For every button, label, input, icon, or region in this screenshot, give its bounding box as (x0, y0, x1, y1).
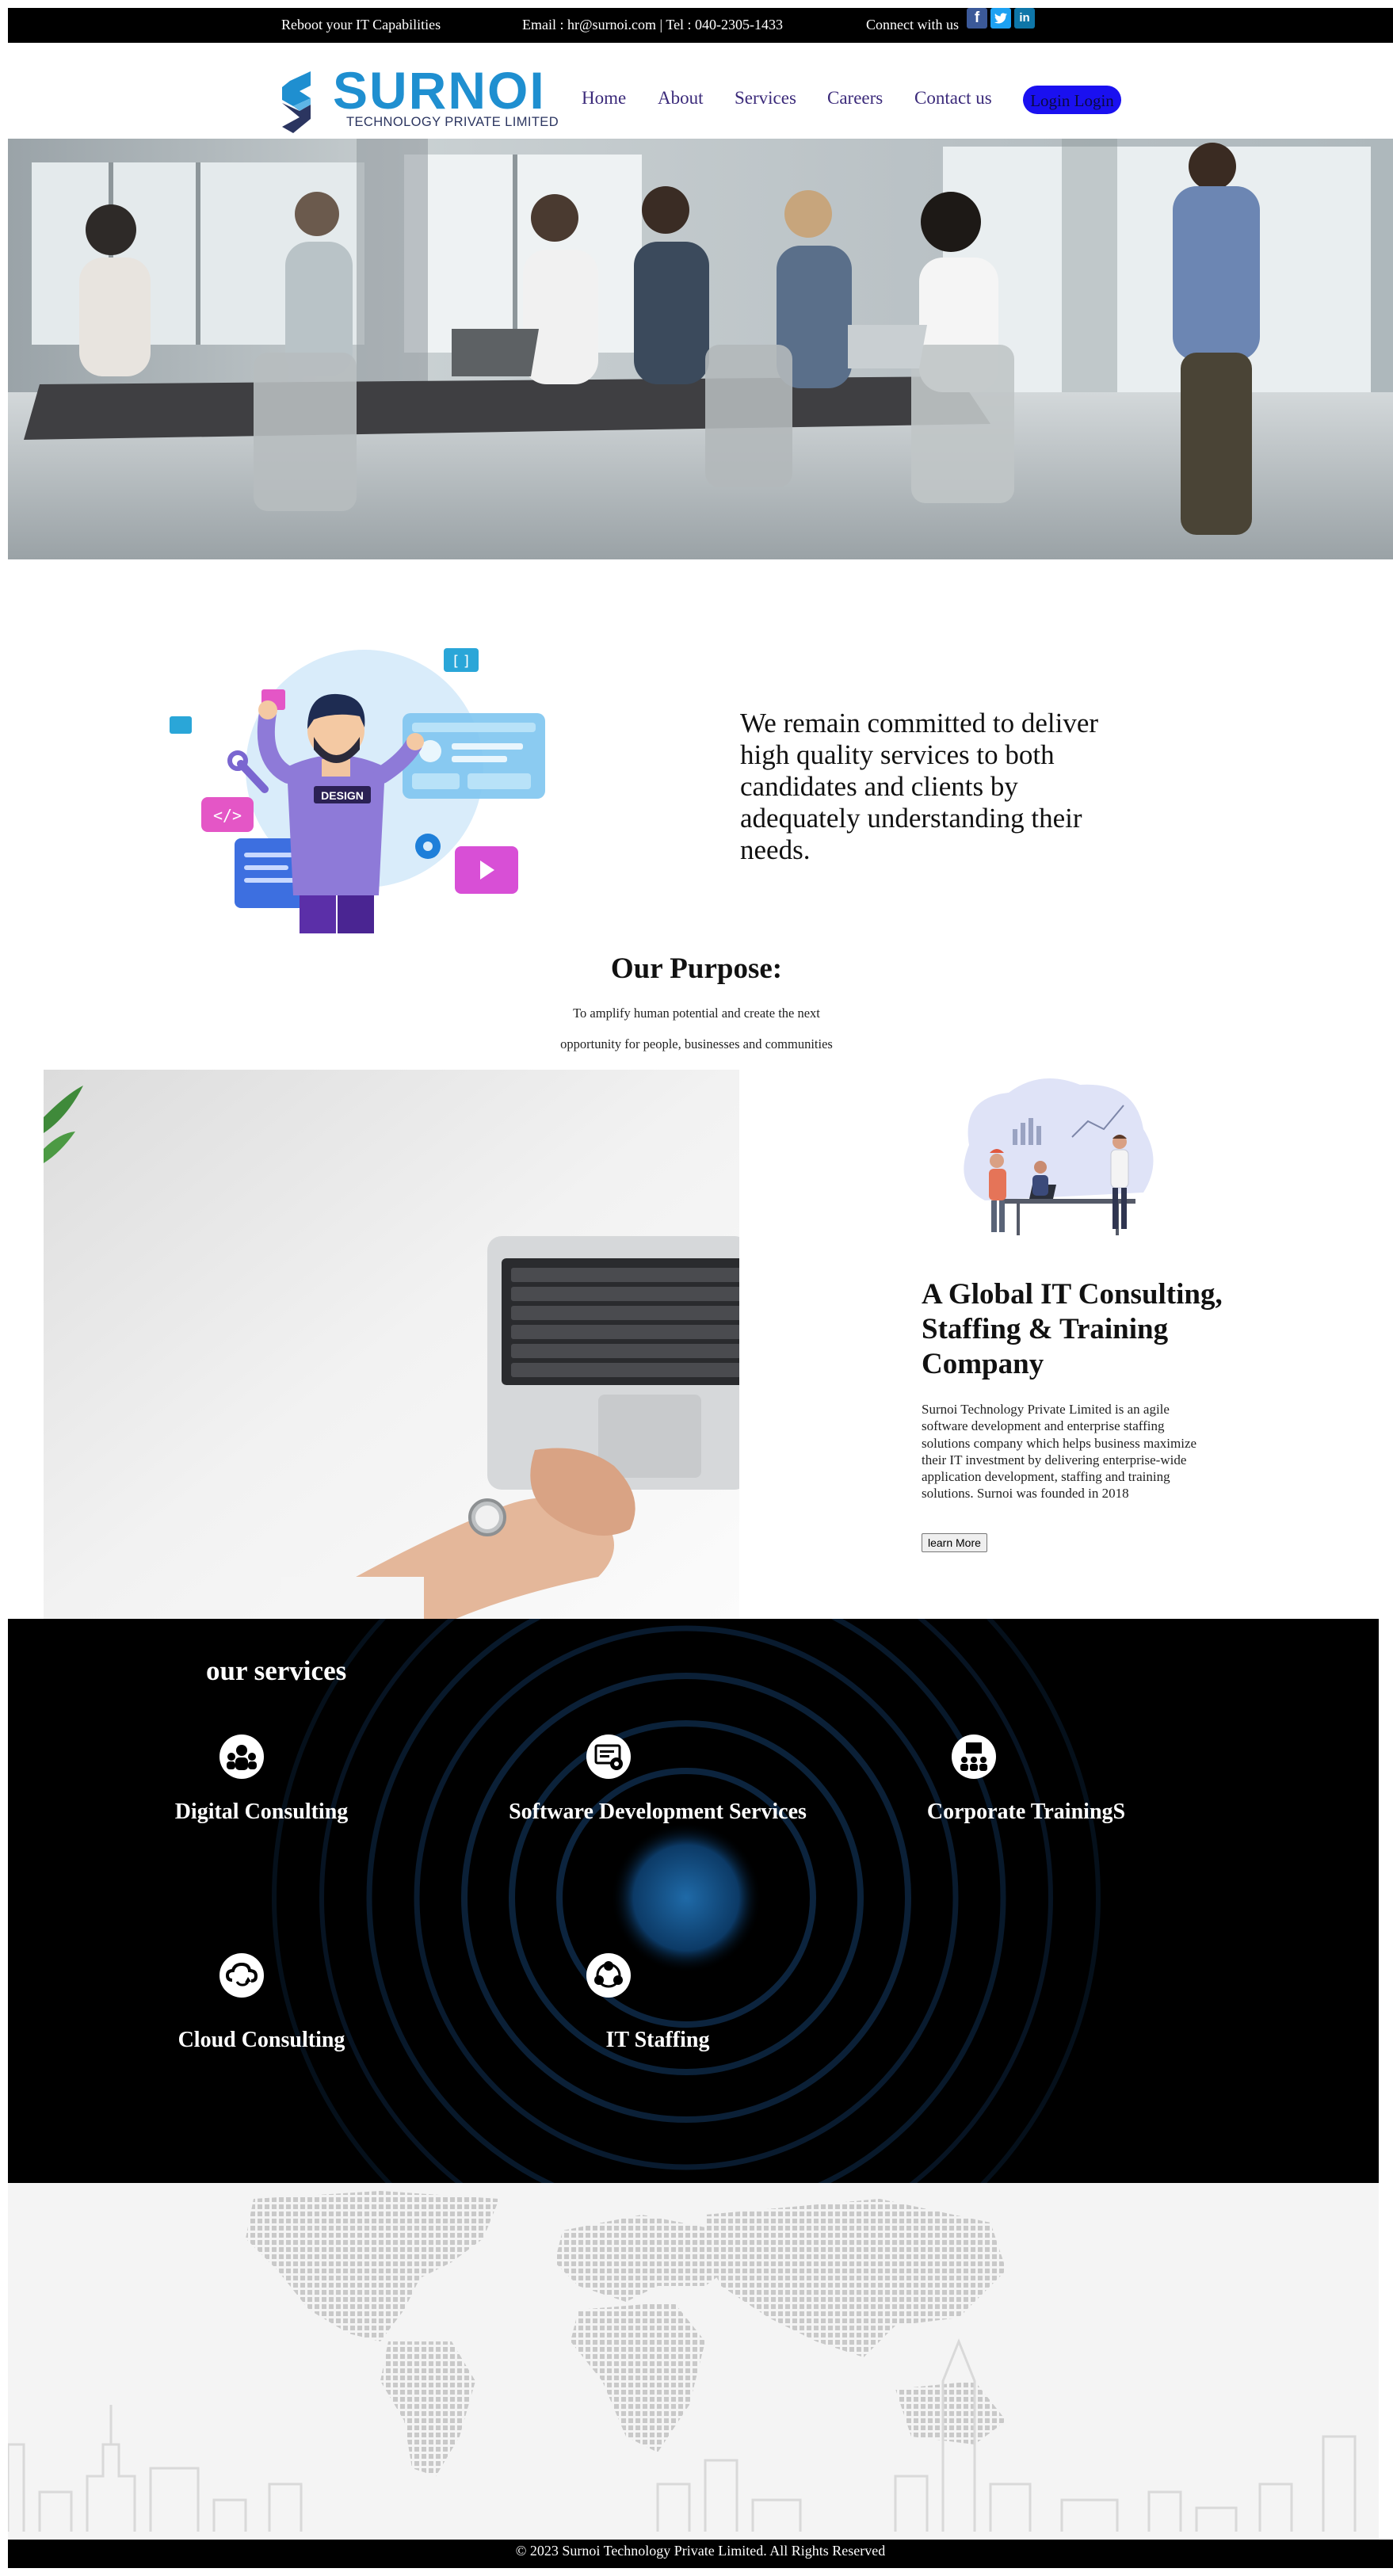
service-corporate-training[interactable]: Corporate TrainingS (880, 1799, 1173, 1825)
world-map-section (8, 2183, 1379, 2540)
linkedin-icon[interactable]: in (1014, 8, 1035, 29)
service-it-staffing[interactable]: IT Staffing (531, 2028, 784, 2053)
service-digital-consulting[interactable]: Digital Consulting (135, 1799, 388, 1825)
nav-home[interactable]: Home (582, 88, 626, 109)
copyright-text: © 2023 Surnoi Technology Private Limited… (515, 2543, 886, 2559)
contact-info: Email : hr@surnoi.com | Tel : 040-2305-1… (522, 17, 784, 32)
training-group-icon (952, 1735, 996, 1779)
nav-contact[interactable]: Contact us (914, 88, 992, 109)
svg-text:[ ]: [ ] (453, 653, 469, 670)
service-cloud-consulting[interactable]: Cloud Consulting (135, 2028, 388, 2053)
logo-wordmark[interactable]: SURNOI (333, 62, 546, 119)
services-title: our services (206, 1655, 347, 1686)
top-bar: Reboot your IT Capabilities Email : hr@s… (8, 8, 1393, 43)
nav-careers[interactable]: Careers (827, 88, 883, 109)
services-section (8, 1619, 1379, 2183)
commitment-statement: We remain committed to deliver high qual… (740, 708, 1099, 865)
company-title: A Global IT Consulting, Staffing & Train… (922, 1278, 1223, 1380)
facebook-icon[interactable]: f (967, 8, 987, 29)
designer-illustration: </> [ ] DESIGN (166, 634, 551, 935)
laptop-desk-photo (44, 1070, 739, 1619)
nav-about[interactable]: About (658, 88, 704, 109)
logo-mark-icon[interactable] (276, 70, 325, 135)
tagline: Reboot your IT Capabilities (281, 17, 441, 32)
twitter-icon[interactable] (990, 8, 1011, 29)
purpose-title: Our Purpose: (610, 952, 783, 985)
purpose-line-1: To amplify human potential and create th… (573, 1006, 820, 1021)
team-meeting-illustration (953, 1074, 1163, 1240)
nav-services[interactable]: Services (735, 88, 796, 109)
login-button[interactable]: Login Login (1023, 86, 1121, 114)
logo-subtitle: TECHNOLOGY PRIVATE LIMITED (346, 115, 559, 129)
connect-label: Connect with us (866, 17, 959, 32)
team-people-icon (586, 1953, 631, 1998)
design-badge-text: DESIGN (321, 789, 364, 802)
purpose-line-2: opportunity for people, businesses and c… (560, 1036, 833, 1051)
ripple-background (272, 1619, 1101, 2183)
learn-more-button[interactable]: learn More (922, 1533, 987, 1552)
code-screen-icon (586, 1735, 631, 1779)
service-software-development[interactable]: Software Development Services (483, 1799, 832, 1825)
people-network-icon (219, 1735, 264, 1779)
company-description: Surnoi Technology Private Limited is an … (922, 1402, 1197, 1502)
svg-text:</>: </> (213, 806, 242, 825)
cloud-sync-icon (219, 1953, 264, 1998)
hero-image (8, 139, 1393, 559)
footer: © 2023 Surnoi Technology Private Limited… (8, 2540, 1393, 2568)
